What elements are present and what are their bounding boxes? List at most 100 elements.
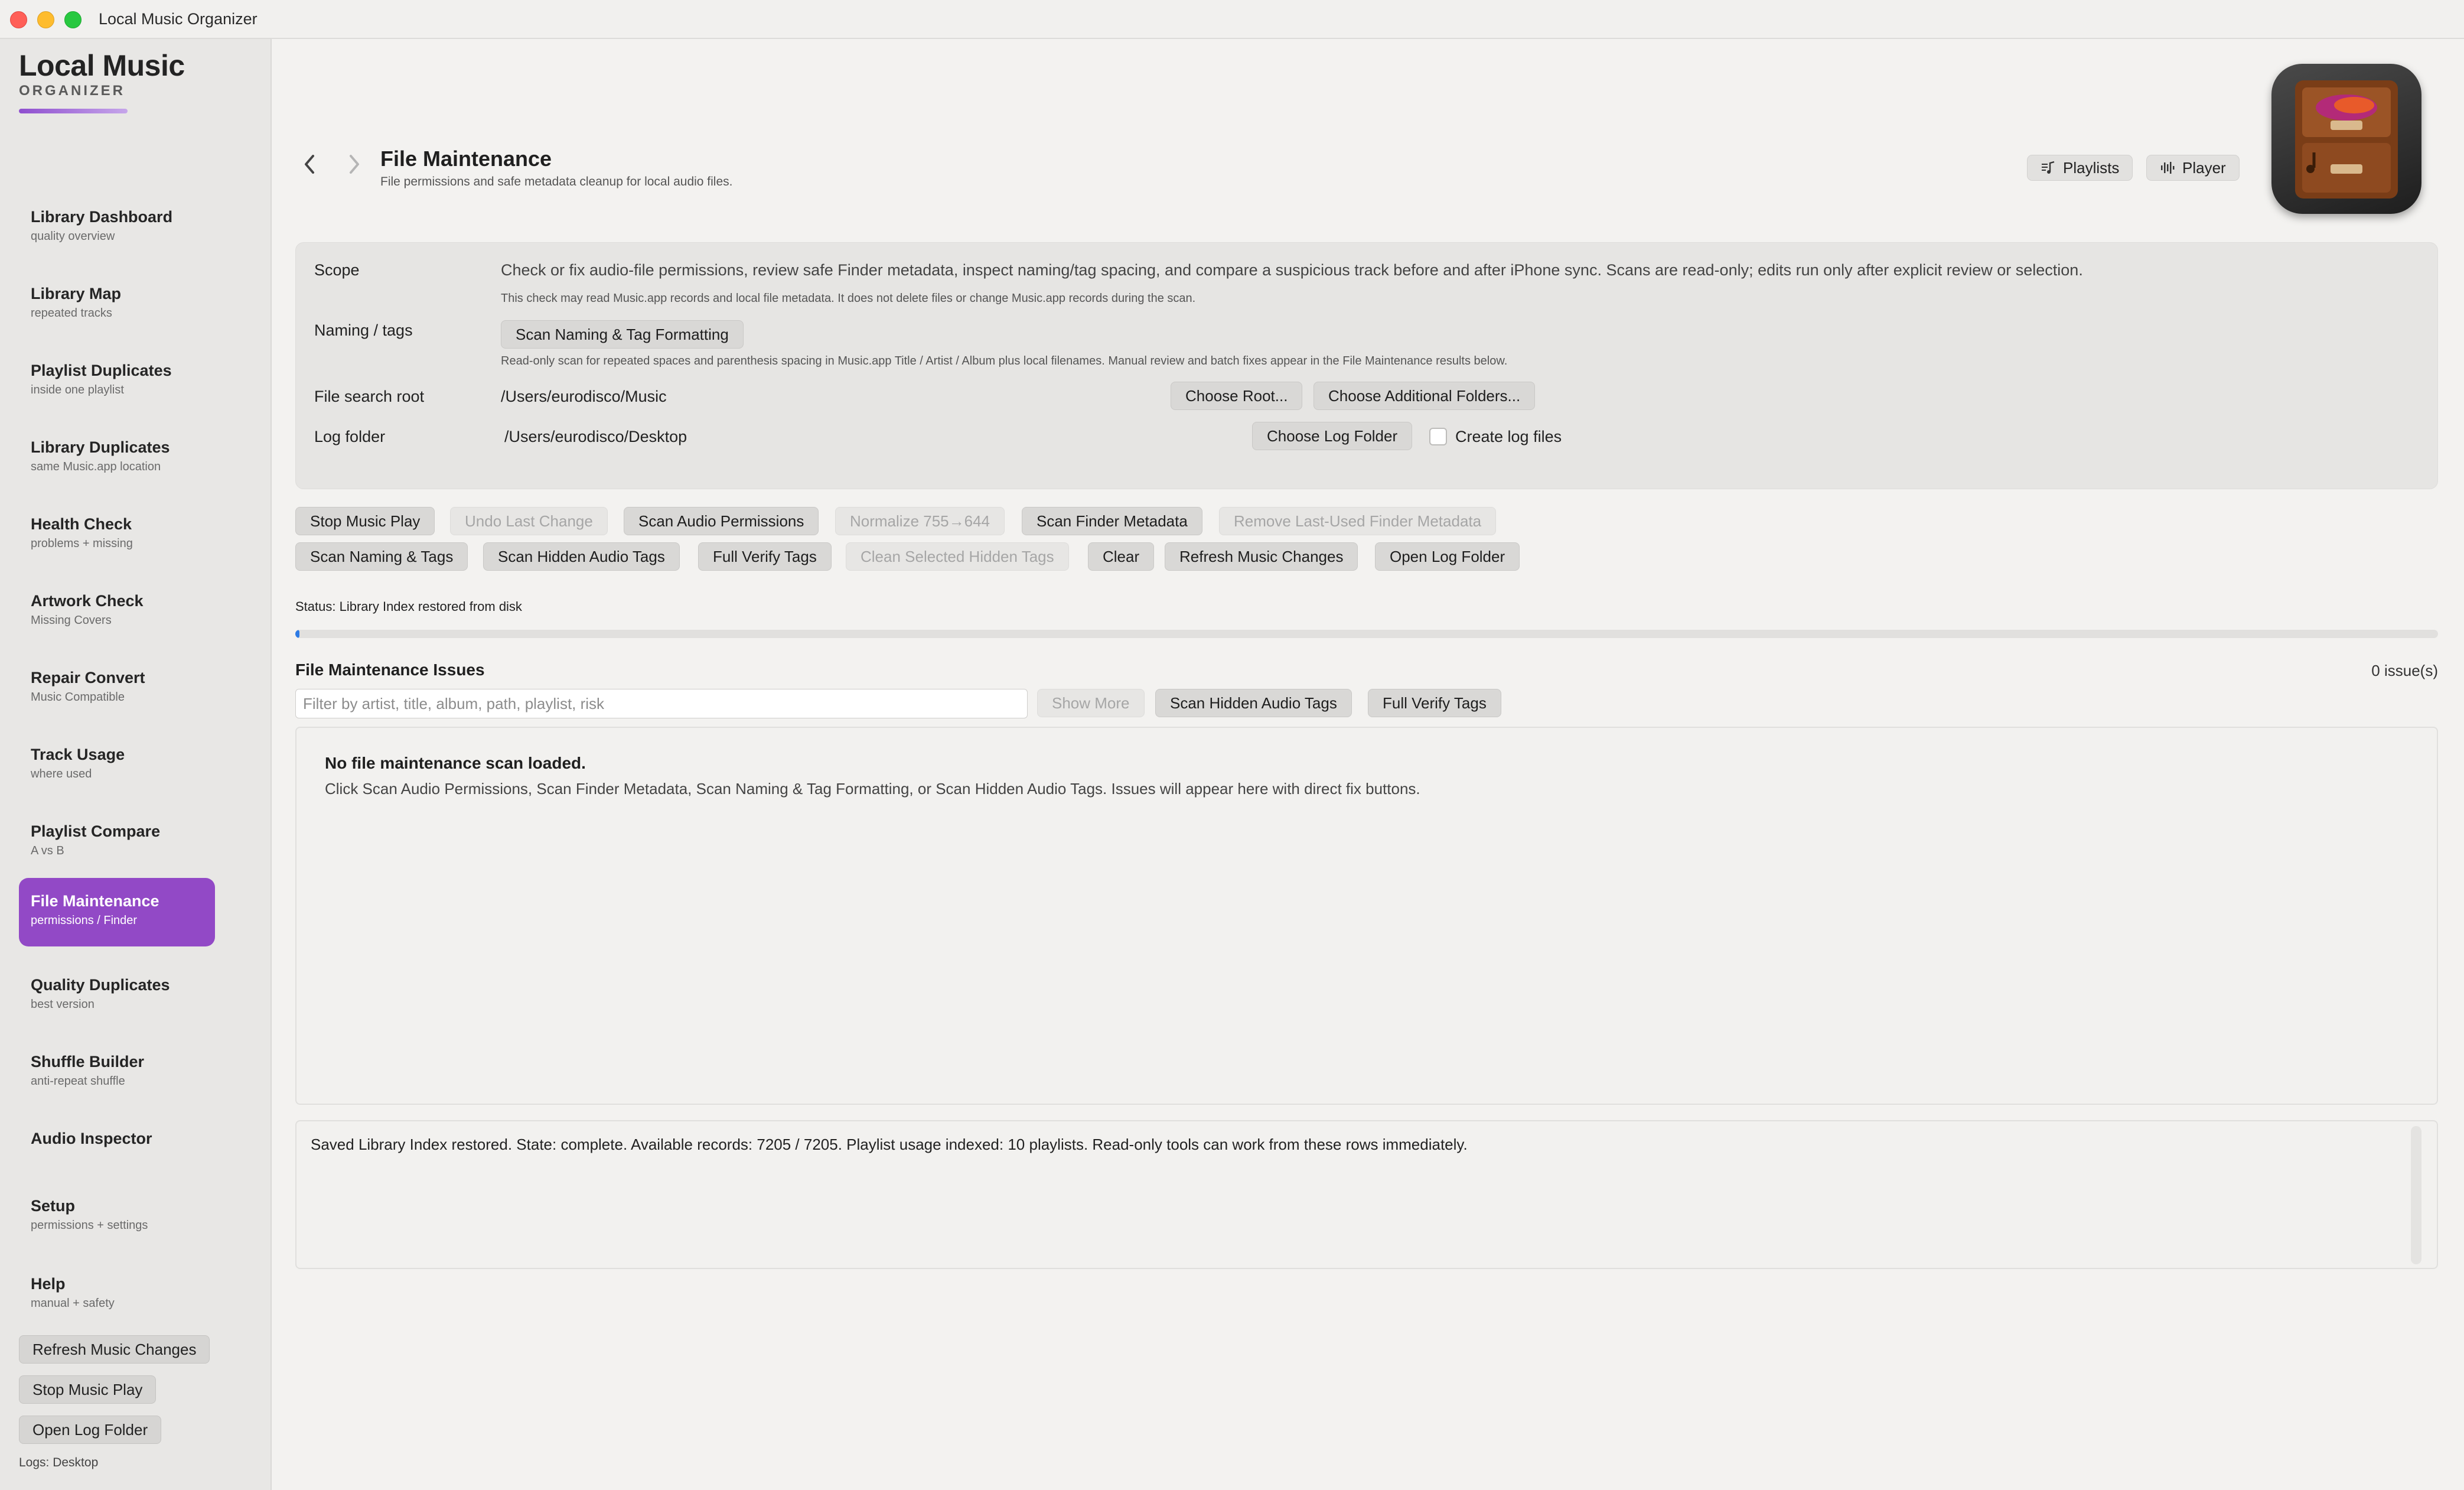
file-search-root-label: File search root bbox=[314, 388, 425, 405]
log-folder-label: Log folder bbox=[314, 428, 386, 445]
progress-bar bbox=[295, 630, 2438, 638]
issues-results-panel: No file maintenance scan loaded. Click S… bbox=[295, 727, 2438, 1105]
brand-underline bbox=[19, 109, 128, 113]
sidebar-item-label: Repair Convert bbox=[31, 669, 145, 687]
scope-description: Check or fix audio-file permissions, rev… bbox=[501, 261, 2083, 279]
scan-naming-tag-formatting-button[interactable]: Scan Naming & Tag Formatting bbox=[501, 320, 744, 349]
sidebar-item-sublabel: manual + safety bbox=[31, 1297, 115, 1310]
forward-button[interactable] bbox=[347, 154, 361, 181]
sidebar-item-label: Library Map bbox=[31, 285, 122, 302]
issues-full-verify-tags-button[interactable]: Full Verify Tags bbox=[1368, 689, 1501, 717]
naming-tags-label: Naming / tags bbox=[314, 321, 413, 339]
playlist-music-icon bbox=[2041, 160, 2056, 180]
scan-audio-permissions-button[interactable]: Scan Audio Permissions bbox=[624, 507, 819, 535]
scan-finder-metadata-button[interactable]: Scan Finder Metadata bbox=[1022, 507, 1202, 535]
choose-root-button[interactable]: Choose Root... bbox=[1171, 382, 1303, 410]
sidebar-item-repair-convert[interactable]: Repair Convert Music Compatible bbox=[19, 655, 215, 723]
clean-selected-hidden-tags-button[interactable]: Clean Selected Hidden Tags bbox=[846, 542, 1069, 571]
window-title: Local Music Organizer bbox=[99, 10, 258, 28]
page-title: File Maintenance bbox=[380, 147, 552, 171]
clear-button[interactable]: Clear bbox=[1088, 542, 1155, 571]
sidebar-item-library-map[interactable]: Library Map repeated tracks bbox=[19, 271, 215, 339]
sidebar-item-sublabel: inside one playlist bbox=[31, 383, 124, 396]
sidebar-item-label: Health Check bbox=[31, 515, 132, 533]
sidebar-item-file-maintenance[interactable]: File Maintenance permissions / Finder bbox=[19, 878, 215, 946]
page-subtitle: File permissions and safe metadata clean… bbox=[380, 175, 733, 188]
minimize-window-button[interactable] bbox=[37, 11, 54, 28]
choose-log-folder-button[interactable]: Choose Log Folder bbox=[1252, 422, 1413, 450]
sidebar-item-sublabel: A vs B bbox=[31, 844, 64, 857]
sidebar-item-playlist-compare[interactable]: Playlist Compare A vs B bbox=[19, 808, 215, 877]
sidebar-item-label: Library Dashboard bbox=[31, 208, 173, 226]
open-log-folder-button[interactable]: Open Log Folder bbox=[1375, 542, 1520, 571]
chevron-left-icon bbox=[305, 155, 314, 174]
full-verify-tags-button[interactable]: Full Verify Tags bbox=[698, 542, 832, 571]
sidebar-item-help[interactable]: Help manual + safety bbox=[19, 1261, 215, 1329]
close-window-button[interactable] bbox=[10, 11, 27, 28]
sidebar-item-label: Shuffle Builder bbox=[31, 1053, 145, 1071]
sidebar-item-sublabel: problems + missing bbox=[31, 537, 133, 550]
sidebar-item-label: Quality Duplicates bbox=[31, 976, 170, 994]
sidebar-item-label: Playlist Compare bbox=[31, 822, 161, 840]
sidebar-item-playlist-duplicates[interactable]: Playlist Duplicates inside one playlist bbox=[19, 347, 215, 416]
sidebar-item-sublabel: permissions + settings bbox=[31, 1219, 148, 1232]
sidebar-item-quality-duplicates[interactable]: Quality Duplicates best version bbox=[19, 962, 215, 1030]
chevron-right-icon bbox=[350, 155, 359, 174]
log-folder-value: /Users/eurodisco/Desktop bbox=[504, 428, 687, 445]
sidebar-item-sublabel: permissions / Finder bbox=[31, 914, 138, 927]
status-text: Status: Library Index restored from disk bbox=[295, 599, 522, 614]
sidebar-item-health-check[interactable]: Health Check problems + missing bbox=[19, 501, 215, 570]
file-search-root-value: /Users/eurodisco/Music bbox=[501, 388, 667, 405]
sidebar-item-label: Library Duplicates bbox=[31, 438, 170, 456]
issues-count: 0 issue(s) bbox=[2371, 662, 2438, 679]
log-output-panel: Saved Library Index restored. State: com… bbox=[295, 1120, 2438, 1269]
log-scrollbar[interactable] bbox=[2411, 1126, 2421, 1264]
sidebar-item-sublabel: anti-repeat shuffle bbox=[31, 1075, 125, 1088]
create-log-files-checkbox[interactable] bbox=[1429, 428, 1447, 445]
normalize-permissions-button[interactable]: Normalize 755→644 bbox=[835, 507, 1005, 535]
scan-hidden-audio-tags-button[interactable]: Scan Hidden Audio Tags bbox=[483, 542, 680, 571]
remove-finder-metadata-button[interactable]: Remove Last-Used Finder Metadata bbox=[1219, 507, 1497, 535]
brand-subtitle: ORGANIZER bbox=[19, 83, 125, 99]
issues-filter-input[interactable] bbox=[295, 689, 1028, 718]
sidebar-item-label: Playlist Duplicates bbox=[31, 362, 172, 379]
show-more-button[interactable]: Show More bbox=[1037, 689, 1145, 717]
sidebar-item-track-usage[interactable]: Track Usage where used bbox=[19, 731, 215, 800]
sidebar-item-sublabel: best version bbox=[31, 998, 94, 1011]
sidebar-open-log-button[interactable]: Open Log Folder bbox=[19, 1416, 162, 1444]
back-button[interactable] bbox=[302, 154, 317, 181]
brand-title: Local Music bbox=[19, 49, 185, 82]
player-button[interactable]: Player bbox=[2146, 155, 2240, 181]
sidebar-item-label: Artwork Check bbox=[31, 592, 144, 610]
progress-fill bbox=[295, 630, 300, 638]
empty-state-text: Click Scan Audio Permissions, Scan Finde… bbox=[325, 780, 1420, 798]
waveform-icon bbox=[2160, 160, 2175, 180]
sidebar-item-label: Setup bbox=[31, 1197, 76, 1215]
sidebar-item-label: Audio Inspector bbox=[31, 1130, 152, 1147]
empty-state-title: No file maintenance scan loaded. bbox=[325, 754, 586, 772]
sidebar-item-sublabel: same Music.app location bbox=[31, 460, 161, 473]
undo-last-change-button[interactable]: Undo Last Change bbox=[450, 507, 608, 535]
scan-naming-tags-button[interactable]: Scan Naming & Tags bbox=[295, 542, 468, 571]
sidebar-item-shuffle-builder[interactable]: Shuffle Builder anti-repeat shuffle bbox=[19, 1039, 215, 1107]
sidebar-stop-music-button[interactable]: Stop Music Play bbox=[19, 1375, 157, 1404]
sidebar-item-artwork-check[interactable]: Artwork Check Missing Covers bbox=[19, 578, 215, 646]
sidebar-item-audio-inspector[interactable]: Audio Inspector bbox=[19, 1115, 215, 1184]
sidebar-item-library-duplicates[interactable]: Library Duplicates same Music.app locati… bbox=[19, 424, 215, 493]
sidebar-refresh-music-button[interactable]: Refresh Music Changes bbox=[19, 1335, 210, 1364]
sidebar-item-setup[interactable]: Setup permissions + settings bbox=[19, 1183, 215, 1251]
stop-music-play-button[interactable]: Stop Music Play bbox=[295, 507, 435, 535]
issues-title: File Maintenance Issues bbox=[295, 661, 485, 679]
player-label: Player bbox=[2182, 158, 2226, 177]
log-output-text: Saved Library Index restored. State: com… bbox=[311, 1136, 1468, 1153]
choose-additional-folders-button[interactable]: Choose Additional Folders... bbox=[1314, 382, 1536, 410]
sidebar-item-label: Help bbox=[31, 1275, 66, 1293]
issues-scan-hidden-audio-tags-button[interactable]: Scan Hidden Audio Tags bbox=[1155, 689, 1352, 717]
sidebar-item-library-dashboard[interactable]: Library Dashboard quality overview bbox=[19, 194, 215, 262]
sidebar-item-sublabel: repeated tracks bbox=[31, 307, 112, 320]
zoom-window-button[interactable] bbox=[64, 11, 82, 28]
refresh-music-changes-button[interactable]: Refresh Music Changes bbox=[1165, 542, 1358, 571]
playlists-button[interactable]: Playlists bbox=[2027, 155, 2133, 181]
sidebar-item-sublabel: quality overview bbox=[31, 230, 115, 243]
scope-note: This check may read Music.app records an… bbox=[501, 292, 1196, 305]
